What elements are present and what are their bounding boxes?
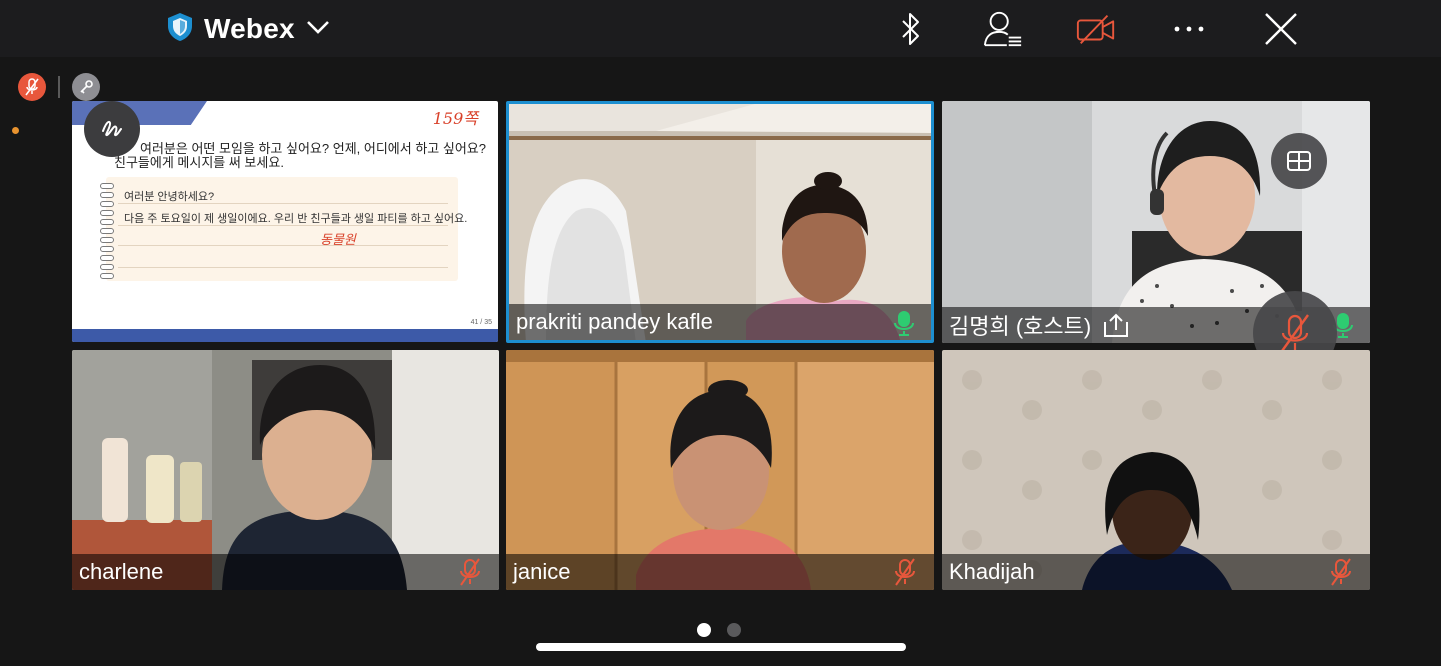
app-title: Webex <box>204 13 295 44</box>
muted-mic-icon <box>1281 314 1309 352</box>
muted-mic-icon <box>460 558 480 586</box>
bluetooth-icon[interactable] <box>890 8 932 50</box>
video-tile-khadijah[interactable]: Khadijah <box>942 350 1370 590</box>
annotate-button[interactable] <box>84 101 140 157</box>
muted-mic-icon <box>18 73 46 101</box>
video-tile-prakriti[interactable]: prakriti pandey kafle <box>506 101 934 343</box>
layout-button[interactable] <box>1271 133 1327 189</box>
muted-mic-icon <box>895 558 915 586</box>
status-row <box>18 73 100 101</box>
close-icon[interactable] <box>1260 8 1302 50</box>
mic-on-icon <box>894 311 914 336</box>
page-annotation: 159쪽 <box>432 109 478 128</box>
page-dot-1[interactable] <box>697 623 711 637</box>
chevron-down-icon <box>305 18 331 41</box>
recording-dot <box>12 127 19 134</box>
participant-name: Khadijah <box>942 554 1370 590</box>
participants-icon[interactable] <box>982 8 1024 50</box>
shield-icon <box>166 12 194 47</box>
divider <box>58 76 60 98</box>
slide-footer <box>72 329 498 342</box>
note-line1: 여러분 안녕하세요? <box>124 191 215 203</box>
slide-page-number: 41 / 35 <box>470 319 492 326</box>
meeting-info-dropdown[interactable]: Webex <box>166 12 331 46</box>
participant-name: charlene <box>72 554 499 590</box>
video-off-icon[interactable] <box>1075 8 1117 50</box>
home-indicator[interactable] <box>536 643 906 651</box>
video-tile-charlene[interactable]: charlene <box>72 350 499 590</box>
slide-question-line2: 친구들에게 메시지를 써 보세요. <box>114 155 284 170</box>
video-tile-janice[interactable]: janice <box>506 350 934 590</box>
muted-mic-icon <box>1331 558 1351 586</box>
page-indicator <box>697 623 741 637</box>
participant-name: prakriti pandey kafle <box>509 304 931 340</box>
more-icon[interactable] <box>1168 8 1210 50</box>
message-note: 여러분 안녕하세요? 다음 주 토요일이 제 생일이에요. 우리 반 친구들과 … <box>100 177 467 281</box>
share-upload-icon <box>1104 313 1129 337</box>
top-bar: Webex <box>0 0 1441 57</box>
grid-layout-icon <box>1287 151 1311 171</box>
page-dot-2[interactable] <box>727 623 741 637</box>
note-line2: 다음 주 토요일이 제 생일이에요. 우리 반 친구들과 생일 파티를 하고 싶… <box>124 213 468 225</box>
participant-name: janice <box>506 554 934 590</box>
key-icon[interactable] <box>72 73 100 101</box>
annotate-icon <box>102 120 122 137</box>
